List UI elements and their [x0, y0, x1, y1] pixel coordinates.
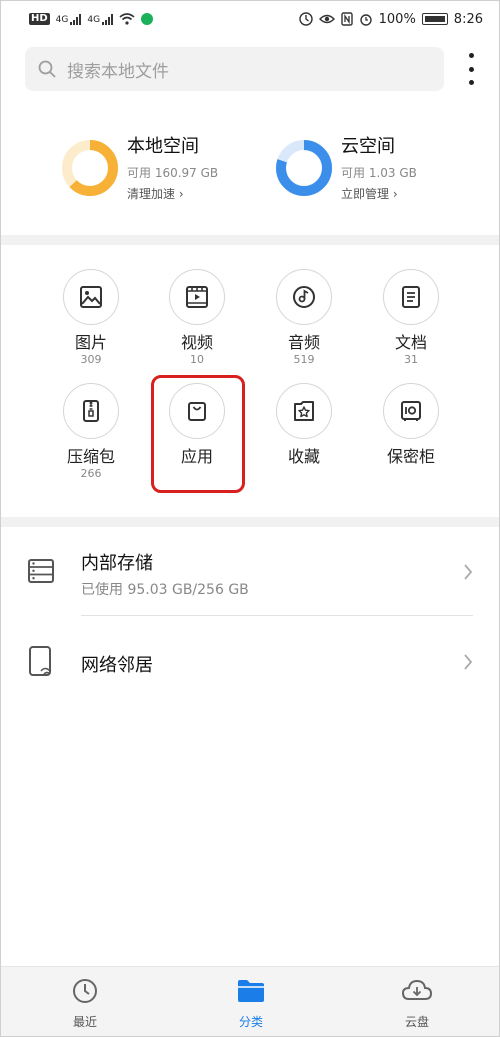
tab-cloud-drive[interactable]: 云盘	[377, 977, 457, 1030]
category-count: 266	[80, 467, 102, 480]
signal-label-2: 4G	[87, 14, 101, 25]
cloud-storage-ring	[276, 140, 332, 196]
favorites-icon	[294, 401, 314, 421]
category-label: 音频	[287, 333, 320, 352]
tab-label: 分类	[238, 1015, 263, 1029]
tab-label: 云盘	[404, 1015, 429, 1029]
category-count: 519	[293, 353, 315, 366]
status-right: 100% 8:26	[298, 11, 483, 27]
category-count: 309	[80, 353, 102, 366]
internal-storage-usage: 已使用 95.03 GB/256 GB	[81, 582, 249, 598]
internal-storage-row[interactable]: 内部存储 已使用 95.03 GB/256 GB	[1, 541, 499, 601]
battery-icon	[421, 13, 448, 25]
local-storage-title: 本地空间	[127, 136, 199, 157]
category-safe[interactable]: 保密柜	[361, 383, 461, 467]
network-device-icon	[29, 646, 51, 676]
cloud-storage-title: 云空间	[341, 136, 395, 157]
signal-icon-2: 4G	[87, 13, 114, 25]
category-label: 文档	[394, 333, 427, 352]
highlight-annotation	[151, 375, 245, 493]
video-icon	[186, 286, 208, 308]
cloud-storage-available: 可用 1.03 GB	[341, 166, 417, 180]
audio-icon	[293, 286, 315, 308]
battery-percent: 100%	[378, 11, 416, 27]
tab-label: 最近	[72, 1015, 97, 1029]
clean-accelerate-link[interactable]: 清理加速 ›	[127, 185, 218, 202]
category-label: 图片	[74, 333, 107, 352]
status-left: HD 4G 4G	[29, 13, 154, 25]
manage-now-link[interactable]: 立即管理 ›	[341, 185, 417, 202]
category-videos[interactable]: 视频 10	[147, 269, 247, 367]
signal-icon: 4G	[55, 13, 82, 25]
section-divider	[1, 235, 499, 245]
archive-icon	[83, 400, 99, 422]
clock-time: 8:26	[453, 11, 483, 27]
alarm-icon	[359, 14, 372, 26]
category-label: 保密柜	[386, 447, 435, 466]
chevron-right-icon	[464, 654, 473, 670]
safe-icon	[401, 401, 421, 421]
document-icon	[402, 286, 420, 308]
category-label: 视频	[180, 333, 213, 352]
search-input[interactable]: 搜索本地文件	[67, 57, 169, 82]
wifi-icon	[119, 13, 135, 25]
search-icon	[38, 60, 56, 78]
eye-icon	[318, 14, 335, 24]
app-notification-icon	[141, 13, 154, 25]
cloud-icon	[401, 979, 433, 1000]
signal-label-1: 4G	[55, 14, 69, 25]
storage-server-icon	[28, 559, 54, 583]
more-options-icon[interactable]	[465, 53, 477, 85]
list-divider	[81, 615, 473, 616]
category-label: 收藏	[287, 447, 320, 466]
hd-badge: HD	[29, 13, 50, 25]
category-documents[interactable]: 文档 31	[361, 269, 461, 367]
category-label: 压缩包	[66, 447, 115, 466]
local-storage-card[interactable]: 本地空间 可用 160.97 GB 清理加速 ›	[61, 135, 218, 205]
category-archives[interactable]: 压缩包 266	[41, 383, 141, 481]
bottom-navigation: 最近 分类 云盘	[1, 966, 499, 1036]
section-divider	[1, 517, 499, 527]
storage-summary: 本地空间 可用 160.97 GB 清理加速 › 云空间 可用 1.03 GB …	[1, 135, 499, 215]
search-bar[interactable]: 搜索本地文件	[25, 47, 444, 91]
tab-categories[interactable]: 分类	[211, 977, 291, 1030]
category-favorites[interactable]: 收藏	[254, 383, 354, 467]
local-storage-ring	[62, 140, 118, 196]
image-icon	[80, 286, 102, 308]
tab-recent[interactable]: 最近	[45, 977, 125, 1030]
network-neighbors-title: 网络邻居	[81, 655, 153, 676]
nfc-icon	[340, 12, 353, 26]
clock-icon	[73, 979, 97, 1003]
internal-storage-title: 内部存储	[81, 553, 153, 574]
category-count: 31	[404, 353, 418, 366]
cloud-storage-card[interactable]: 云空间 可用 1.03 GB 立即管理 ›	[275, 135, 417, 205]
data-saver-icon	[298, 12, 313, 26]
local-storage-available: 可用 160.97 GB	[127, 166, 219, 180]
category-audio[interactable]: 音频 519	[254, 269, 354, 367]
status-bar: HD 4G 4G 100% 8:26	[1, 1, 499, 37]
chevron-right-icon	[464, 564, 473, 580]
folder-icon	[238, 980, 264, 1002]
category-images[interactable]: 图片 309	[41, 269, 141, 367]
category-count: 10	[190, 353, 204, 366]
network-neighbors-row[interactable]: 网络邻居	[1, 633, 499, 693]
